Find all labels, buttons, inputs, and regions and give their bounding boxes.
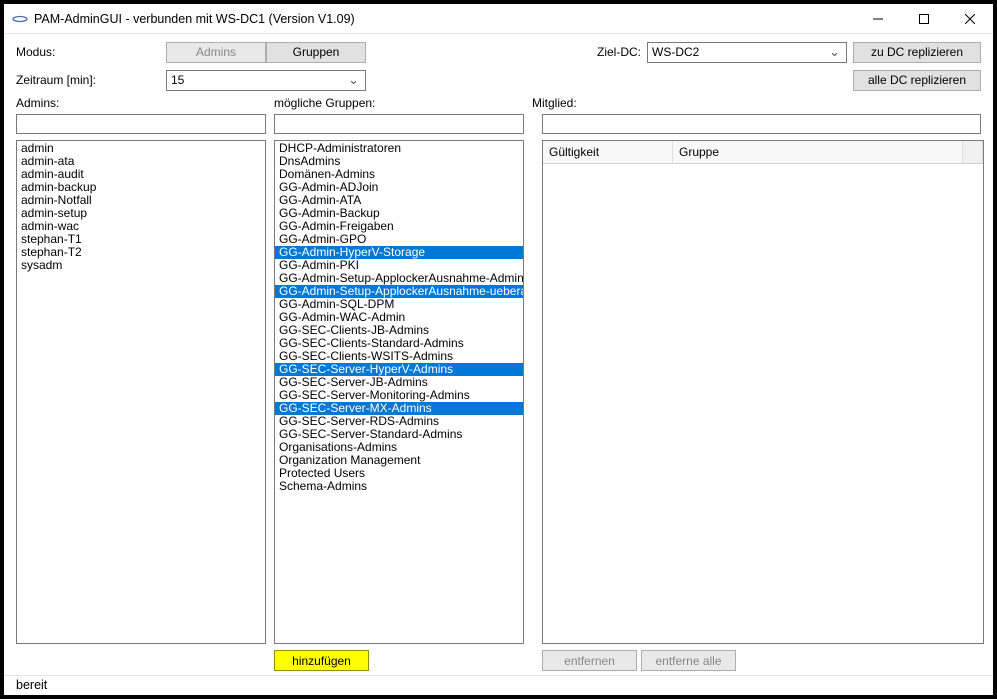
list-item[interactable]: Schema-Admins (275, 480, 523, 493)
admins-mode-button[interactable]: Admins (166, 42, 266, 63)
zieldc-value: WS-DC2 (652, 45, 699, 59)
toolbar: Modus: Admins Gruppen Ziel-DC: WS-DC2 zu… (4, 34, 993, 92)
modus-label: Modus: (16, 45, 166, 59)
admins-section-label: Admins: (16, 96, 274, 110)
app-window: PAM-AdminGUI - verbunden mit WS-DC1 (Ver… (3, 3, 994, 696)
entferne-alle-button[interactable]: entferne alle (641, 650, 736, 671)
col-spacer (963, 141, 983, 163)
minimize-button[interactable] (855, 4, 901, 34)
col-gruppe[interactable]: Gruppe (673, 141, 963, 163)
titlebar: PAM-AdminGUI - verbunden mit WS-DC1 (Ver… (4, 4, 993, 34)
mitglied-grid[interactable]: Gültigkeit Gruppe (542, 140, 984, 644)
app-icon (12, 15, 28, 23)
close-button[interactable] (947, 4, 993, 34)
alle-dc-replizieren-button[interactable]: alle DC replizieren (853, 70, 981, 91)
groups-listbox[interactable]: DHCP-AdministratorenDnsAdminsDomänen-Adm… (274, 140, 524, 644)
entfernen-button[interactable]: entfernen (542, 650, 637, 671)
col-gueltigkeit[interactable]: Gültigkeit (543, 141, 673, 163)
window-title: PAM-AdminGUI - verbunden mit WS-DC1 (Ver… (34, 12, 355, 26)
admins-listbox[interactable]: adminadmin-ataadmin-auditadmin-backupadm… (16, 140, 266, 644)
status-bar: bereit (4, 675, 993, 695)
list-item[interactable]: sysadm (17, 259, 265, 272)
zeitraum-select[interactable]: 15 (166, 70, 366, 91)
grid-body (543, 164, 983, 643)
gruppen-mode-button[interactable]: Gruppen (266, 42, 366, 63)
status-text: bereit (16, 678, 47, 692)
zeitraum-label: Zeitraum [min]: (16, 73, 166, 87)
grid-header: Gültigkeit Gruppe (543, 141, 983, 164)
gruppen-filter-input[interactable] (274, 114, 524, 134)
admins-filter-input[interactable] (16, 114, 266, 134)
zu-dc-replizieren-button[interactable]: zu DC replizieren (853, 42, 981, 63)
maximize-button[interactable] (901, 4, 947, 34)
section-labels: Admins: mögliche Gruppen: Mitglied: (4, 94, 993, 112)
zieldc-select[interactable]: WS-DC2 (647, 42, 847, 63)
main-area: adminadmin-ataadmin-auditadmin-backupadm… (4, 136, 993, 646)
zieldc-label: Ziel-DC: (595, 45, 647, 59)
mitglied-filter-input[interactable] (542, 114, 981, 134)
filter-row (4, 112, 993, 136)
gruppen-section-label: mögliche Gruppen: (274, 96, 532, 110)
hinzufuegen-button[interactable]: hinzufügen (274, 650, 369, 671)
mitglied-section-label: Mitglied: (532, 96, 981, 110)
zeitraum-value: 15 (171, 73, 184, 87)
bottom-button-row: hinzufügen entfernen entferne alle (4, 646, 993, 675)
